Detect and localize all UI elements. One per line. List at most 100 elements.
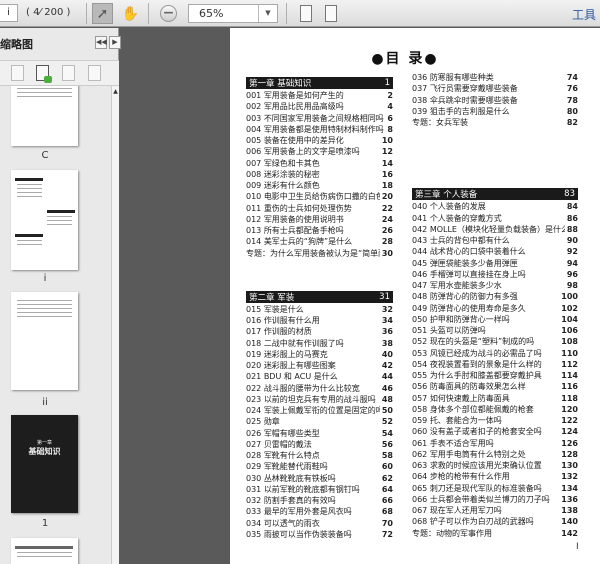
toc-entry[interactable]: 049 防弹背心的使用寿命是多久 102	[412, 303, 578, 314]
toc-entry[interactable]: 059 托、套能合为一体吗 122	[412, 415, 578, 426]
toc-entry[interactable]: 043 士兵的背包中都有什么 90	[412, 235, 578, 246]
fit-width-button[interactable]	[320, 3, 341, 24]
toc-entry[interactable]: 063 求救的时候应该用光束确认位置 130	[412, 460, 578, 471]
toc-entry[interactable]: 029 军靴能替代雨鞋吗 60	[246, 461, 393, 472]
toc-entry[interactable]: 068 铲子可以作为白刃战的武器吗 140	[412, 516, 578, 527]
toc-entry[interactable]: 054 夜视装置看到的景象是什么样的 112	[412, 359, 578, 370]
chapter-header[interactable]: 第一章 基础知识 1	[246, 77, 393, 89]
tools-button[interactable]: 工具	[572, 6, 596, 23]
entry-title: 063 求救的时候应该用光束确认位置	[412, 461, 542, 470]
toc-entry[interactable]: 专题：为什么军用装备被认为是“简单耐用”30	[246, 248, 393, 259]
toc-entry[interactable]: 004 军用装备都是使用特制材料制作吗 8	[246, 124, 393, 135]
toc-entry[interactable]: 039 狙击手的吉利服是什么 80	[412, 106, 578, 117]
chapter-header[interactable]: 第三章 个人装备 83	[412, 188, 578, 201]
page-number-input[interactable]: i	[0, 4, 18, 22]
toc-entry[interactable]: 047 军用水壶能装多少水 98	[412, 280, 578, 291]
toc-entry[interactable]: 060 没有盖子或者扣子的枪套安全吗 124	[412, 426, 578, 437]
toc-entry[interactable]: 050 护甲和防弹背心一样吗 104	[412, 314, 578, 325]
toc-entry[interactable]: 057 如何快速戴上防毒面具 118	[412, 393, 578, 404]
toc-entry[interactable]: 026 军帽有哪些类型 54	[246, 428, 393, 439]
toc-entry[interactable]: 065 刺刀还是现代军队的标准装备吗 134	[412, 483, 578, 494]
toc-entry[interactable]: 018 二战中就有作训服了吗 38	[246, 338, 393, 349]
thumbnail-page-2[interactable]	[11, 538, 78, 564]
toc-entry[interactable]: 066 士兵都会带着类似兰博刀的刀子吗 136	[412, 494, 578, 505]
toc-entry[interactable]: 005 装备在使用中的差异化 10	[246, 135, 393, 146]
toc-entry[interactable]: 006 军用装备上的文字是喷漆吗 12	[246, 146, 393, 157]
toc-entry[interactable]: 048 防弹背心的防御力有多强 100	[412, 291, 578, 302]
toc-entry[interactable]: 021 BDU 和 ACU 是什么 44	[246, 371, 393, 382]
entry-title: 032 防割手套真的有效吗	[246, 496, 336, 505]
chevron-down-icon[interactable]: ▼	[258, 5, 277, 22]
toc-entry[interactable]: 030 丛林靴靴底有铁板吗 62	[246, 473, 393, 484]
rotate-left-icon[interactable]	[62, 65, 75, 81]
toc-entry[interactable]: 017 作训服的材质 36	[246, 326, 393, 337]
toc-entry[interactable]: 027 贝雷帽的戴法 56	[246, 439, 393, 450]
toc-entry[interactable]: 023 以前的坦克兵有专用的战斗服吗 48	[246, 394, 393, 405]
toc-entry[interactable]: 012 军用装备的使用说明书 24	[246, 214, 393, 225]
thumbnail-page-c[interactable]	[11, 86, 78, 146]
toc-entry[interactable]: 008 迷彩涂装的秘密 16	[246, 169, 393, 180]
toc-entry[interactable]: 037 飞行员需要穿戴哪些装备 76	[412, 83, 578, 94]
toc-entry[interactable]: 035 雨披可以当作伪装装备吗 72	[246, 529, 393, 540]
toc-entry[interactable]: 013 所有士兵都配备手枪吗 26	[246, 225, 393, 236]
thumbnail-page-ii[interactable]	[11, 292, 78, 390]
chapter-page: 83	[564, 189, 575, 200]
toc-entry[interactable]: 028 军靴有什么特点 58	[246, 450, 393, 461]
hand-tool-button[interactable]: ✋	[120, 3, 141, 24]
toc-entry[interactable]: 056 防毒面具的防毒效果怎么样 116	[412, 381, 578, 392]
delete-page-icon[interactable]	[11, 65, 24, 81]
rotate-right-icon[interactable]	[88, 65, 101, 81]
toc-entry[interactable]: 034 可以透气的雨衣 70	[246, 518, 393, 529]
toc-entry[interactable]: 022 战斗服的腰带为什么比较宽 46	[246, 383, 393, 394]
toc-entry[interactable]: 007 军绿色和卡其色 14	[246, 158, 393, 169]
select-tool-button[interactable]: ➚	[92, 3, 113, 24]
toc-entry[interactable]: 019 迷彩服上的马赛克 40	[246, 349, 393, 360]
toc-entry[interactable]: 067 现在军人还用军刀吗 138	[412, 505, 578, 516]
zoom-select[interactable]: 65% ▼	[188, 4, 278, 23]
toc-entry[interactable]: 046 手榴弹可以直接挂在身上吗 96	[412, 269, 578, 280]
toc-entry[interactable]: 专题：女兵军装 82	[412, 117, 578, 128]
panel-menu-button[interactable]: ▶	[109, 36, 121, 49]
entry-page: 26	[381, 226, 393, 235]
toc-entry[interactable]: 064 步枪的枪带有什么作用 132	[412, 471, 578, 482]
toc-entry[interactable]: 062 军用手电筒有什么特别之处 128	[412, 449, 578, 460]
toc-entry[interactable]: 010 电影中卫生员给伤病伤口撒的白色粉末是什么20	[246, 191, 393, 202]
toc-entry[interactable]: 045 弹匣袋能装多少备用弹匣 94	[412, 258, 578, 269]
toc-entry[interactable]: 033 最早的军用外套是风衣吗 68	[246, 506, 393, 517]
toc-entry[interactable]: 002 军用品比民用品高级吗 4	[246, 101, 393, 112]
toc-entry[interactable]: 024 军装上佩戴军衔的位置是固定的吗 50	[246, 405, 393, 416]
thumbnail-page-1[interactable]: 第一章 基础知识	[11, 415, 78, 513]
toc-entry[interactable]: 041 个人装备的穿戴方式 86	[412, 213, 578, 224]
toc-entry[interactable]: 042 MOLLE（模块化轻量负载装备）是什么 88	[412, 224, 578, 235]
toc-entry[interactable]: 052 现在的头盔是“塑料”制成的吗 108	[412, 336, 578, 347]
toc-entry[interactable]: 061 手表不适合军用吗 126	[412, 438, 578, 449]
thumbnail-page-i[interactable]	[11, 170, 78, 270]
toc-entry[interactable]: 053 风镜已经成为战斗的必需品了吗 110	[412, 348, 578, 359]
toc-entry[interactable]: 025 勋章 52	[246, 416, 393, 427]
toc-entry[interactable]: 016 作训服有什么用 34	[246, 315, 393, 326]
toc-entry[interactable]: 专题：动物的军事作用 142	[412, 528, 578, 539]
toc-entry[interactable]: 032 防割手套真的有效吗 66	[246, 495, 393, 506]
toc-entry[interactable]: 011 重伤的士兵如何处理伤势 22	[246, 203, 393, 214]
toc-entry[interactable]: 040 个人装备的发展 84	[412, 201, 578, 212]
toc-entry[interactable]: 055 为什么手肘和膝盖都要穿戴护具 114	[412, 370, 578, 381]
toc-entry[interactable]: 031 以前军靴的靴底都有钢钉吗 64	[246, 484, 393, 495]
toc-entry[interactable]: 044 战术背心的口袋中装着什么 92	[412, 246, 578, 257]
scroll-up-icon[interactable]: ▲	[112, 88, 119, 95]
toc-entry[interactable]: 038 伞兵跳伞时需要哪些装备 78	[412, 95, 578, 106]
toc-entry[interactable]: 051 头盔可以防弹吗 106	[412, 325, 578, 336]
toc-entry[interactable]: 014 美军士兵的“狗牌”是什么 28	[246, 236, 393, 247]
toc-entry[interactable]: 015 军装是什么 32	[246, 304, 393, 315]
zoom-out-button[interactable]: −	[158, 3, 179, 24]
toc-entry[interactable]: 020 迷彩服上有哪些图案 42	[246, 360, 393, 371]
collapse-panel-button[interactable]: ◀◀	[95, 36, 107, 49]
toc-entry[interactable]: 009 迷彩有什么颜色 18	[246, 180, 393, 191]
toc-entry[interactable]: 001 军用装备是如何产生的 2	[246, 90, 393, 101]
toc-entry[interactable]: 036 防寒服有哪些种类 74	[412, 72, 578, 83]
toc-entry[interactable]: 058 身体多个部位都能佩戴的枪套 120	[412, 404, 578, 415]
chapter-header[interactable]: 第二章 军装 31	[246, 290, 393, 303]
insert-page-icon[interactable]	[36, 65, 52, 83]
thumbnail-scrollbar[interactable]: ▲	[111, 86, 119, 564]
fit-page-button[interactable]	[295, 3, 316, 24]
toc-entry[interactable]: 003 不同国家军用装备之间规格相同吗 6	[246, 113, 393, 124]
